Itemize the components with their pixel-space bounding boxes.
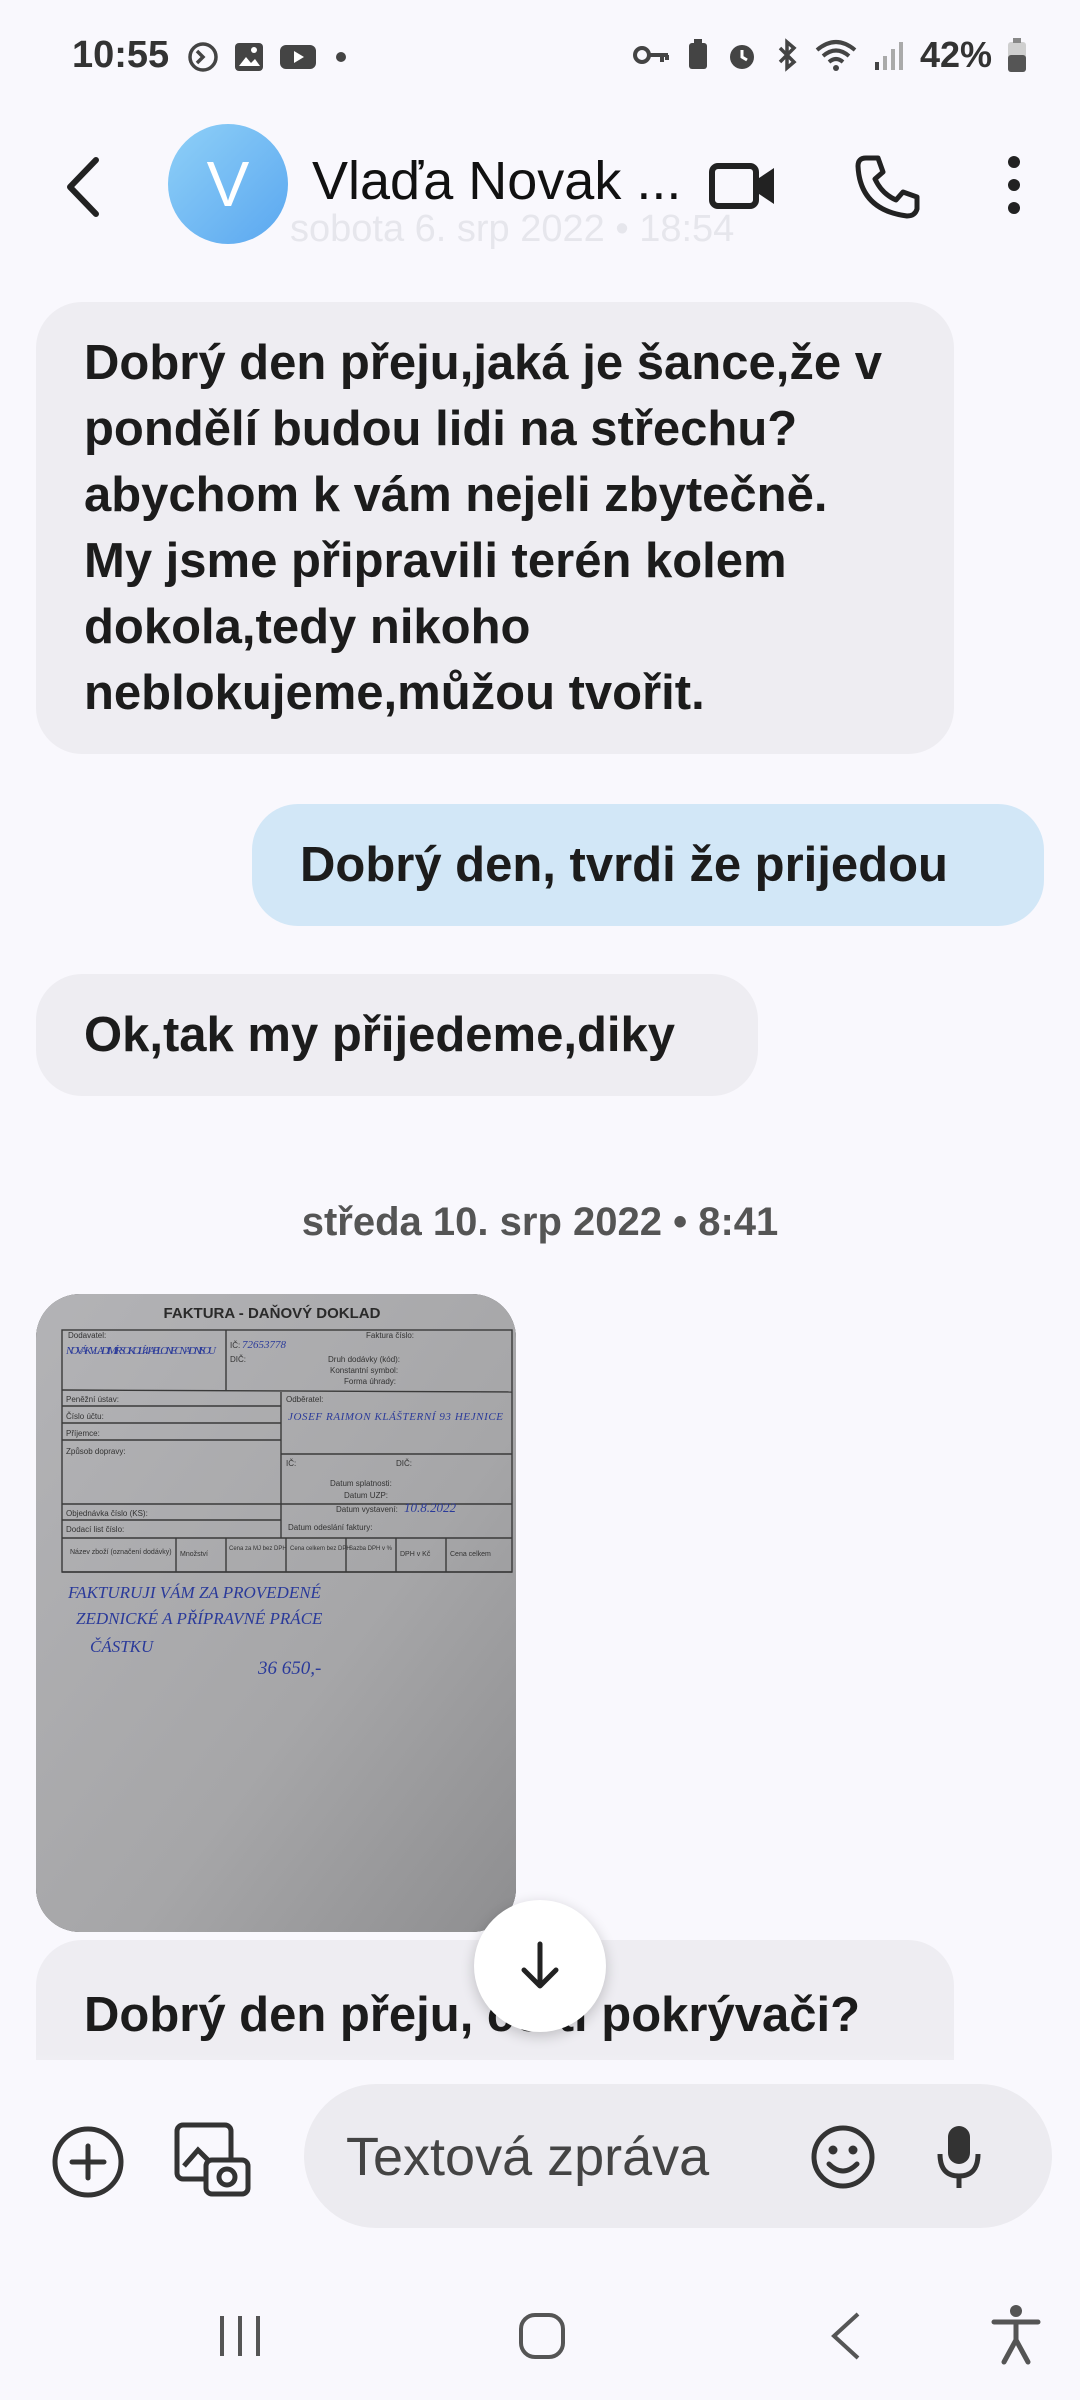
label-payment-form: Forma úhrady: — [344, 1377, 396, 1386]
system-icons: 42% — [632, 34, 1028, 76]
add-attachment-icon[interactable] — [50, 2124, 126, 2200]
label-ico-2: IČ: — [286, 1459, 296, 1468]
video-call-icon[interactable] — [708, 156, 778, 216]
contact-name[interactable]: Vlaďa Novak ... — [312, 150, 681, 212]
tasks-notification-icon — [188, 42, 218, 72]
label-issue: Datum vystavení: — [336, 1505, 398, 1514]
wifi-icon — [815, 40, 857, 71]
col-goods: Název zboží (označení dodávky) — [70, 1549, 172, 1556]
message-text: Dobrý den přeju,jaká je šance,že v pondě… — [84, 336, 882, 720]
accessibility-icon[interactable] — [988, 2302, 1044, 2366]
label-delivery-type: Druh dodávky (kód): — [328, 1355, 400, 1364]
col-sum: Cena celkem — [450, 1551, 491, 1558]
handwritten-line-3: ČÁSTKU — [90, 1637, 155, 1656]
handwritten-line-1: FAKTURUJI VÁM ZA PROVEDENÉ — [67, 1583, 322, 1602]
label-supplier: Dodavatel: — [68, 1331, 106, 1340]
message-bubble-incoming[interactable]: Dobrý den přeju,jaká je šance,že v pondě… — [36, 302, 954, 754]
battery-percent: 42% — [919, 34, 992, 75]
message-text: Dobrý den, tvrdi že prijedou — [300, 838, 948, 892]
label-account: Číslo účtu: — [66, 1412, 104, 1421]
gallery-camera-icon[interactable] — [172, 2120, 252, 2200]
handwritten-line-2: ZEDNICKÉ A PŘÍPRAVNÉ PRÁCE — [76, 1609, 323, 1628]
date-separator: středa 10. srp 2022 • 8:41 — [301, 1200, 779, 1244]
label-invoice-no: Faktura číslo: — [366, 1331, 414, 1340]
message-input-container[interactable] — [304, 2084, 1052, 2228]
alarm-icon — [729, 45, 754, 69]
handwritten-customer: JOSEF RAIMON KLÁŠTERNÍ 93 HEJNICE — [288, 1411, 503, 1423]
label-bank: Peněžní ústav: — [66, 1395, 119, 1404]
label-dic-2: DIČ: — [396, 1459, 412, 1468]
status-time: 10:55 — [72, 34, 170, 76]
invoice-title: FAKTURA - DAŇOVÝ DOKLAD — [164, 1304, 381, 1322]
vpn-key-icon — [632, 46, 669, 64]
bluetooth-icon — [778, 38, 797, 72]
arrow-down-icon — [521, 1941, 559, 1989]
status-bar: 10:55 42% — [0, 0, 1080, 120]
notification-icons — [186, 40, 352, 74]
handwritten-issue-date: 10.8.2022 — [404, 1500, 457, 1515]
col-qty: Množství — [180, 1551, 208, 1558]
label-dic: DIČ: — [230, 1355, 246, 1364]
message-bubble-incoming[interactable]: Ok,tak my přijedeme,diky — [36, 974, 758, 1096]
more-options-icon[interactable] — [994, 150, 1034, 220]
label-uzp: Datum UZP: — [344, 1491, 388, 1500]
faded-date-header: sobota 6. srp 2022 • 18:54 — [290, 208, 735, 250]
battery-charging-icon — [1008, 38, 1026, 72]
gallery-notification-icon — [235, 43, 263, 71]
col-rate: Sazba DPH v % — [349, 1546, 393, 1552]
label-customer: Odběratel: — [286, 1395, 323, 1404]
image-attachment[interactable]: FAKTURA - DAŇOVÝ DOKLAD Dodavatel: IČ: D… — [36, 1294, 516, 1932]
emoji-icon[interactable] — [810, 2124, 876, 2190]
battery-saver-icon — [688, 39, 707, 69]
col-total: Cena celkem bez DPH — [290, 1546, 351, 1552]
label-transport: Způsob dopravy: — [66, 1447, 126, 1456]
microphone-icon[interactable] — [936, 2122, 982, 2192]
message-input[interactable] — [344, 2120, 808, 2194]
message-text: Ok,tak my přijedeme,diky — [84, 1008, 675, 1062]
message-bubble-outgoing[interactable]: Dobrý den, tvrdi že prijedou — [252, 804, 1044, 926]
col-vat: DPH v Kč — [400, 1551, 431, 1558]
back-arrow-icon[interactable] — [56, 152, 112, 222]
label-const-symbol: Konstantní symbol: — [330, 1366, 398, 1375]
label-recipient: Příjemce: — [66, 1429, 100, 1438]
handwritten-ico: 72653778 — [242, 1339, 287, 1351]
signal-icon — [874, 42, 903, 70]
system-navigation-bar — [0, 2280, 1080, 2400]
label-delivery-note: Dodací list číslo: — [66, 1525, 124, 1534]
handwritten-supplier: NOVÁK VLADIMÍR SOKOLÍ 4 JABLONEC NAD NIS… — [65, 1345, 217, 1357]
phone-call-icon[interactable] — [852, 152, 922, 222]
more-notifications-dot-icon — [336, 52, 346, 62]
label-sent: Datum odeslání faktury: — [288, 1523, 372, 1532]
label-due: Datum splatnosti: — [330, 1479, 392, 1488]
youtube-notification-icon — [280, 45, 316, 69]
label-order: Objednávka číslo (KS): — [66, 1509, 148, 1518]
nav-back-icon[interactable] — [824, 2308, 868, 2364]
contact-avatar[interactable]: V — [168, 124, 288, 244]
col-unit-price: Cena za MJ bez DPH — [229, 1546, 287, 1552]
home-icon[interactable] — [516, 2310, 568, 2362]
scroll-to-bottom-button[interactable] — [474, 1900, 606, 2032]
recent-apps-icon[interactable] — [214, 2310, 266, 2362]
label-ico: IČ: — [230, 1341, 240, 1350]
invoice-photo: FAKTURA - DAŇOVÝ DOKLAD Dodavatel: IČ: D… — [36, 1294, 516, 1932]
handwritten-amount: 36 650,- — [257, 1658, 321, 1679]
